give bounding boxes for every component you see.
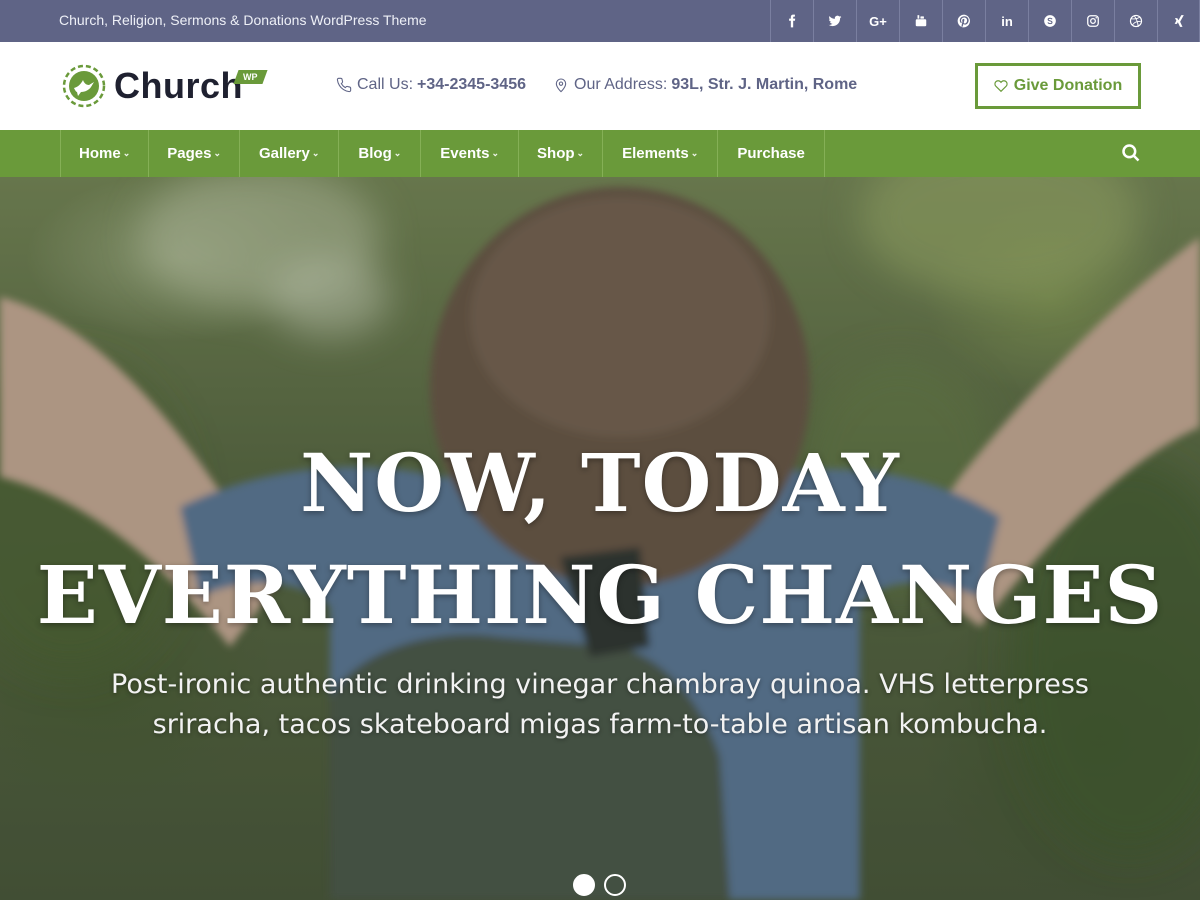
phone-label: Call Us: — [357, 76, 414, 93]
phone-number[interactable]: +34-2345-3456 — [417, 76, 526, 94]
logo-badge: WP — [233, 70, 268, 84]
main-navigation: Home ⌄ Pages ⌄ Gallery ⌄ Blog ⌄ Events ⌄ Shop… — [0, 130, 1200, 177]
dove-logo-icon — [62, 64, 106, 108]
pinterest-icon — [957, 14, 970, 28]
search-icon — [1122, 144, 1140, 162]
hero-title: NOW, TODAY EVERYTHING CHANGES — [0, 427, 1200, 651]
facebook-link[interactable] — [770, 0, 813, 42]
chevron-down-icon: ⌄ — [122, 148, 131, 158]
nav-menu: Home ⌄ Pages ⌄ Gallery ⌄ Blog ⌄ Events ⌄ Shop… — [60, 130, 825, 177]
skype-link[interactable] — [1028, 0, 1071, 42]
dribbble-link[interactable] — [1114, 0, 1157, 42]
logo-text: Church — [114, 65, 243, 106]
chevron-down-icon: ⌄ — [393, 148, 402, 158]
hero-slider: NOW, TODAY EVERYTHING CHANGES Post-ironi… — [0, 177, 1200, 900]
address-value: 93L, Str. J. Martin, Rome — [671, 76, 858, 93]
dribbble-icon — [1129, 14, 1143, 28]
xing-icon — [1174, 15, 1184, 27]
phone-icon — [336, 77, 352, 93]
linkedin-icon: in — [1001, 13, 1013, 29]
give-donation-button[interactable]: Give Donation — [975, 63, 1141, 109]
slider-pagination — [573, 874, 626, 896]
search-button[interactable] — [1121, 143, 1143, 165]
site-logo[interactable]: Church WP — [60, 62, 268, 110]
slider-dot-2[interactable] — [604, 874, 626, 896]
hero-subtitle: Post-ironic authentic drinking vinegar c… — [100, 665, 1100, 745]
hero-title-line-2: EVERYTHING CHANGES — [36, 548, 1164, 642]
instagram-icon — [1087, 15, 1099, 27]
hero-subtitle-line-1: Post-ironic authentic drinking vinegar c… — [111, 669, 1089, 700]
nav-item-elements[interactable]: Elements ⌄ — [603, 130, 719, 177]
youtube-icon — [915, 15, 927, 27]
twitter-icon — [828, 15, 842, 27]
contact-phone: Call Us: +34-2345-3456 — [336, 76, 526, 94]
nav-item-gallery[interactable]: Gallery ⌄ — [240, 130, 340, 177]
location-pin-icon — [555, 78, 567, 93]
google-plus-icon: G+ — [869, 13, 887, 29]
site-header: Church WP Call Us: +34-2345-3456 Our Add… — [0, 42, 1200, 130]
chevron-down-icon: ⌄ — [311, 148, 320, 158]
nav-item-pages[interactable]: Pages ⌄ — [149, 130, 240, 177]
hero-subtitle-line-2: sriracha, tacos skateboard migas farm-to… — [152, 709, 1048, 740]
instagram-link[interactable] — [1071, 0, 1114, 42]
contact-address: Our Address: 93L, Str. J. Martin, Rome — [553, 76, 857, 94]
nav-item-home[interactable]: Home ⌄ — [61, 130, 150, 177]
chevron-down-icon: ⌄ — [690, 148, 699, 158]
address-label: Our Address: — [574, 76, 668, 93]
top-bar: Church, Religion, Sermons & Donations Wo… — [0, 0, 1200, 42]
site-tagline: Church, Religion, Sermons & Donations Wo… — [59, 12, 427, 28]
skype-icon — [1044, 15, 1056, 27]
slider-dot-1[interactable] — [573, 874, 595, 896]
hero-title-line-1: NOW, TODAY — [300, 436, 900, 530]
xing-link[interactable] — [1157, 0, 1200, 42]
linkedin-link[interactable]: in — [985, 0, 1028, 42]
youtube-link[interactable] — [899, 0, 942, 42]
facebook-icon — [789, 14, 796, 28]
chevron-down-icon: ⌄ — [213, 148, 221, 158]
chevron-down-icon: ⌄ — [576, 148, 585, 158]
heart-icon — [994, 80, 1008, 93]
twitter-link[interactable] — [813, 0, 856, 42]
give-donation-label: Give Donation — [1013, 77, 1123, 94]
nav-item-purchase[interactable]: Purchase — [718, 130, 825, 177]
google-plus-link[interactable]: G+ — [856, 0, 899, 42]
pinterest-link[interactable] — [942, 0, 985, 42]
nav-item-blog[interactable]: Blog ⌄ — [339, 130, 422, 177]
nav-item-events[interactable]: Events ⌄ — [421, 130, 520, 177]
nav-item-shop[interactable]: Shop ⌄ — [519, 130, 604, 177]
social-links: G+ in — [770, 0, 1200, 42]
chevron-down-icon: ⌄ — [491, 148, 500, 158]
